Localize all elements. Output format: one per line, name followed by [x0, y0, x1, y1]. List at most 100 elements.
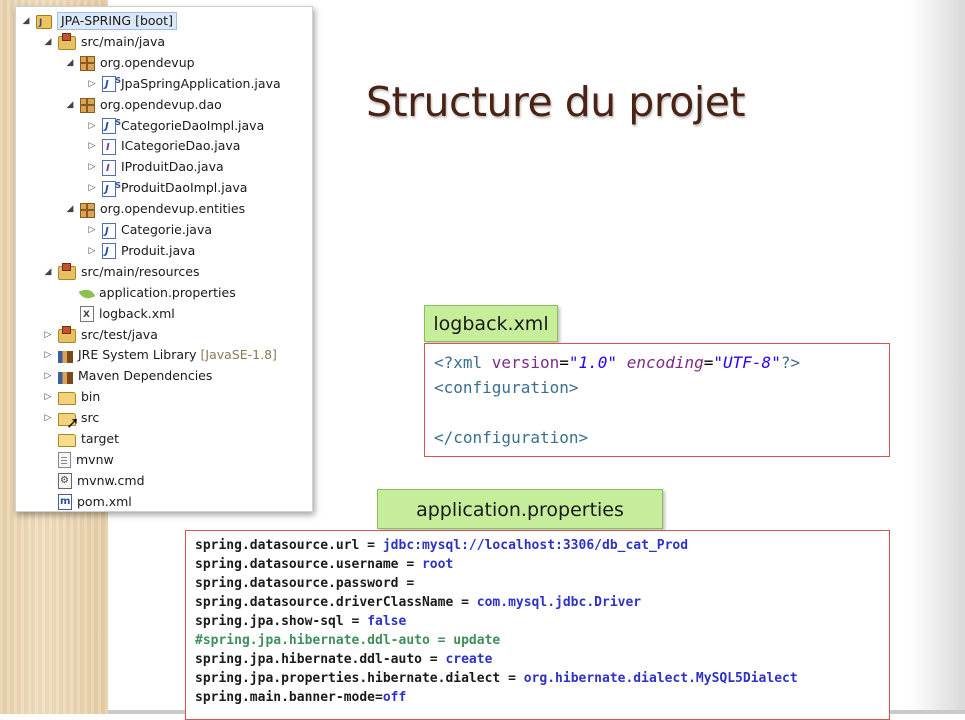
tree-item-label: ProduitDaoImpl.java — [121, 180, 248, 196]
expanded-arrow-icon[interactable]: ◢ — [64, 95, 76, 115]
xml-open-token: <?xml — [434, 353, 492, 372]
tree-item-logback-xml[interactable]: logback.xml — [64, 304, 175, 325]
collapsed-arrow-icon[interactable]: ▷ — [42, 408, 54, 428]
collapsed-arrow-icon[interactable]: ▷ — [86, 116, 98, 136]
tree-item-maven-dependencies[interactable]: ▷ Maven Dependencies — [42, 366, 212, 386]
tree-item-pom-xml[interactable]: pom.xml — [42, 492, 132, 512]
tree-item-label: CategorieDaoImpl.java — [121, 117, 265, 133]
tree-item-bin[interactable]: ▷ bin — [42, 387, 100, 407]
collapsed-arrow-icon[interactable]: ▷ — [42, 366, 54, 386]
maven-pom-icon — [58, 492, 72, 512]
tree-item-org-opendevup[interactable]: ◢ org.opendevup — [64, 53, 195, 73]
tree-item-label: org.opendevup.entities — [100, 201, 246, 217]
expanded-arrow-icon[interactable]: ◢ — [20, 11, 32, 31]
property-value: create — [445, 652, 493, 667]
tree-item-produit-java[interactable]: ▷ Produit.java — [86, 241, 196, 262]
property-line: spring.jpa.show-sql = false — [195, 612, 889, 631]
xml-space — [617, 353, 627, 372]
expanded-arrow-icon[interactable]: ◢ — [42, 32, 54, 52]
tree-item-label: bin — [81, 389, 101, 405]
mouse-cursor-icon: ➚ — [66, 415, 80, 432]
collapsed-arrow-icon[interactable]: ▷ — [86, 220, 98, 240]
tree-item-iproduitdao-java[interactable]: ▷ IProduitDao.java — [86, 157, 224, 179]
xml-attr-encoding: encoding — [626, 353, 704, 372]
tree-item-mvnw-cmd[interactable]: mvnw.cmd — [42, 471, 145, 491]
cmd-file-icon — [58, 471, 72, 491]
expanded-arrow-icon[interactable]: ◢ — [42, 262, 54, 282]
xml-declaration-line: <?xml version="1.0" encoding="UTF-8"?> — [434, 350, 889, 375]
collapsed-arrow-icon[interactable]: ▷ — [86, 136, 98, 156]
property-key: spring.jpa.show-sql = — [195, 614, 368, 629]
property-line: spring.datasource.username = root — [195, 555, 889, 574]
property-line: spring.jpa.hibernate.ddl-auto = create — [195, 650, 889, 669]
package-icon — [80, 202, 95, 218]
project-explorer: ◢JPA-SPRING [boot]◢src/main/java◢org.ope… — [15, 6, 313, 512]
tree-item-mvnw[interactable]: mvnw — [42, 450, 114, 470]
property-key: spring.jpa.hibernate.ddl-auto = — [195, 652, 446, 667]
tree-item-label: ICategorieDao.java — [121, 138, 241, 154]
tree-item-src-main-java[interactable]: ◢ src/main/java — [42, 32, 165, 52]
property-value: com.mysql.jdbc.Driver — [476, 595, 642, 610]
property-value: jdbc:mysql://localhost:3306/db_cat_Prod — [382, 538, 689, 553]
tree-item-label: org.opendevup.dao — [100, 96, 222, 112]
folder-icon — [58, 392, 76, 406]
tree-item-label: IProduitDao.java — [121, 159, 224, 175]
xml-eq-1: = — [559, 353, 569, 372]
property-key: spring.jpa.properties.hibernate.dialect … — [195, 671, 524, 686]
folder-open-icon — [58, 434, 76, 447]
property-value: off — [382, 690, 407, 705]
spring-leaf-icon — [78, 287, 96, 302]
tree-item-categorie-java[interactable]: ▷ Categorie.java — [86, 220, 213, 242]
tree-item-label: JRE System Library — [78, 347, 197, 363]
collapsed-arrow-icon[interactable]: ▷ — [42, 387, 54, 407]
library-icon — [58, 371, 73, 384]
tree-item-label: src — [81, 410, 100, 426]
collapsed-arrow-icon[interactable]: ▷ — [86, 178, 98, 198]
tree-item-icategoriedao-java[interactable]: ▷ ICategorieDao.java — [86, 136, 241, 158]
java-interface-icon — [102, 138, 116, 158]
tree-item-application-properties[interactable]: application.properties — [64, 283, 236, 303]
collapsed-arrow-icon[interactable]: ▷ — [86, 241, 98, 261]
java-spring-file-icon — [102, 113, 121, 137]
java-file-icon — [102, 242, 116, 262]
xml-file-icon — [80, 305, 94, 325]
tree-item-label: pom.xml — [77, 493, 132, 509]
tree-item-jre-system-library[interactable]: ▷ JRE System Library [JavaSE-1.8] — [42, 345, 277, 365]
application-properties-code-box: spring.datasource.url = jdbc:mysql://loc… — [185, 530, 890, 720]
tree-item-org-opendevup-dao[interactable]: ◢ org.opendevup.dao — [64, 95, 222, 115]
collapsed-arrow-icon[interactable]: ▷ — [42, 345, 54, 365]
tree-item-categoriedaoimpl-java[interactable]: ▷ CategorieDaoImpl.java — [86, 113, 265, 137]
tree-item-label: target — [81, 431, 120, 446]
package-icon — [80, 56, 95, 72]
collapsed-arrow-icon[interactable]: ▷ — [42, 325, 54, 345]
collapsed-arrow-icon[interactable]: ▷ — [86, 74, 98, 94]
property-key: #spring.jpa.hibernate.ddl-auto = update — [195, 633, 501, 648]
property-key: spring.datasource.password = — [195, 576, 415, 591]
tree-item-label: src/test/java — [81, 326, 158, 342]
xml-val-version: "1.0" — [568, 353, 618, 372]
collapsed-arrow-icon[interactable]: ▷ — [86, 157, 98, 177]
property-line: spring.main.banner-mode=off — [195, 688, 889, 707]
property-line: spring.datasource.driverClassName = com.… — [195, 593, 889, 612]
expanded-arrow-icon[interactable]: ◢ — [64, 199, 76, 219]
property-value: org.hibernate.dialect.MySQL5Dialect — [523, 671, 798, 686]
tree-item-target[interactable]: target — [42, 429, 119, 449]
tree-item-jpa-spring-boot[interactable]: ◢ JPA-SPRING [boot] — [20, 11, 177, 33]
property-key: spring.datasource.url = — [195, 538, 383, 553]
property-key: spring.datasource.driverClassName = — [195, 595, 477, 610]
property-key: spring.datasource.username = — [195, 557, 422, 572]
tree-item-org-opendevup-entities[interactable]: ◢ org.opendevup.entities — [64, 199, 245, 219]
tree-item-label: org.opendevup — [100, 54, 195, 70]
tree-item-jpaspringapplication-java[interactable]: ▷ JpaSpringApplication.java — [86, 71, 281, 95]
expanded-arrow-icon[interactable]: ◢ — [64, 53, 76, 73]
tree-item-label: Produit.java — [121, 242, 196, 258]
tree-item-src-test-java[interactable]: ▷ src/test/java — [42, 325, 158, 345]
java-spring-file-icon — [102, 176, 121, 200]
property-line: spring.datasource.url = jdbc:mysql://loc… — [195, 536, 889, 555]
file-icon — [58, 452, 71, 469]
xml-val-encoding: "UTF-8" — [713, 353, 781, 372]
tree-item-src-main-resources[interactable]: ◢ src/main/resources — [42, 262, 199, 282]
tree-item-produitdaoimpl-java[interactable]: ▷ ProduitDaoImpl.java — [86, 176, 248, 200]
right-shade — [910, 0, 965, 714]
